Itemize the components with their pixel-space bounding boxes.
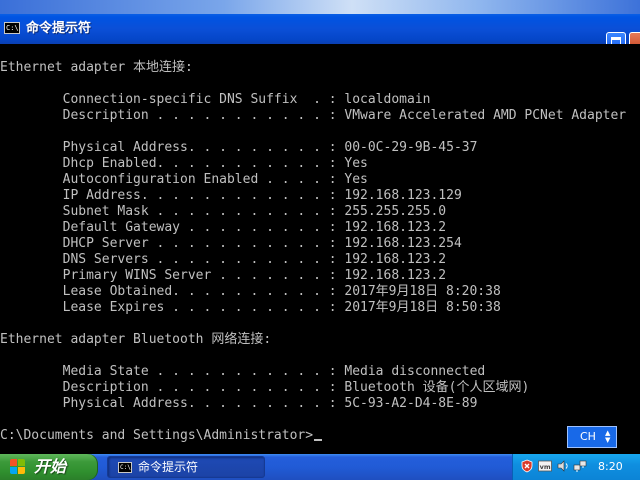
console-line: Physical Address. . . . . . . . . : 5C-9… xyxy=(0,396,478,411)
console-output[interactable]: Ethernet adapter 本地连接: Connection-specif… xyxy=(0,44,640,454)
console-line: Primary WINS Server . . . . . . . : 192.… xyxy=(0,268,447,283)
desktop-wallpaper xyxy=(0,0,640,14)
ime-language-bar[interactable]: CH ▲ ▼ xyxy=(567,426,617,448)
network-icon[interactable] xyxy=(573,459,587,473)
console-line: Default Gateway . . . . . . . . . : 192.… xyxy=(0,220,447,235)
window-titlebar[interactable]: C:\ 命令提示符 xyxy=(0,14,640,52)
console-line: DHCP Server . . . . . . . . . . . : 192.… xyxy=(0,236,462,251)
ime-language-label: CH xyxy=(580,430,596,443)
console-line: Description . . . . . . . . . . . : VMwa… xyxy=(0,108,627,123)
console-line: Dhcp Enabled. . . . . . . . . . . : Yes xyxy=(0,156,368,171)
cmd-icon-glyph: C:\ xyxy=(6,24,19,32)
console-line: Lease Expires . . . . . . . . . . : 2017… xyxy=(0,300,501,315)
tray-clock[interactable]: 8:20 xyxy=(598,459,623,474)
console-line: Connection-specific DNS Suffix . : local… xyxy=(0,92,431,107)
start-button[interactable]: 开始 xyxy=(0,454,98,480)
taskbar-item-label: 命令提示符 xyxy=(138,460,199,474)
console-line: Physical Address. . . . . . . . . : 00-0… xyxy=(0,140,478,155)
console-line: Description . . . . . . . . . . . : Blue… xyxy=(0,380,530,395)
windows-logo-icon xyxy=(10,459,26,475)
console-line: Ethernet adapter Bluetooth 网络连接: xyxy=(0,332,272,347)
cmd-icon-glyph: C:\ xyxy=(120,464,131,471)
text-cursor xyxy=(314,439,323,441)
vmware-tools-icon[interactable]: vm xyxy=(538,459,552,473)
cmd-icon: C:\ xyxy=(118,462,132,473)
volume-icon[interactable] xyxy=(556,459,570,473)
cmd-window-icon[interactable]: C:\ xyxy=(4,22,20,34)
svg-text:vm: vm xyxy=(540,463,551,471)
console-line: Autoconfiguration Enabled . . . . : Yes xyxy=(0,172,368,187)
console-line: Lease Obtained. . . . . . . . . . : 2017… xyxy=(0,284,501,299)
taskbar-item-cmd[interactable]: C:\ 命令提示符 xyxy=(107,456,265,478)
console-line: Ethernet adapter 本地连接: xyxy=(0,60,193,75)
console-line: IP Address. . . . . . . . . . . . : 192.… xyxy=(0,188,462,203)
console-prompt: C:\Documents and Settings\Administrator> xyxy=(0,428,314,443)
console-line: Subnet Mask . . . . . . . . . . . : 255.… xyxy=(0,204,447,219)
console-prompt-line[interactable]: C:\Documents and Settings\Administrator> xyxy=(0,428,323,444)
system-tray: vm 8:20 xyxy=(512,454,640,480)
console-line: DNS Servers . . . . . . . . . . . : 192.… xyxy=(0,252,447,267)
console-line: Media State . . . . . . . . . . . : Medi… xyxy=(0,364,486,379)
ime-arrows-icon[interactable]: ▲ ▼ xyxy=(605,430,610,444)
window-title: 命令提示符 xyxy=(26,21,92,36)
shield-icon[interactable] xyxy=(520,459,534,473)
start-label: 开始 xyxy=(34,457,67,476)
taskbar: 开始 C:\ 命令提示符 vm 8:20 xyxy=(0,454,640,480)
